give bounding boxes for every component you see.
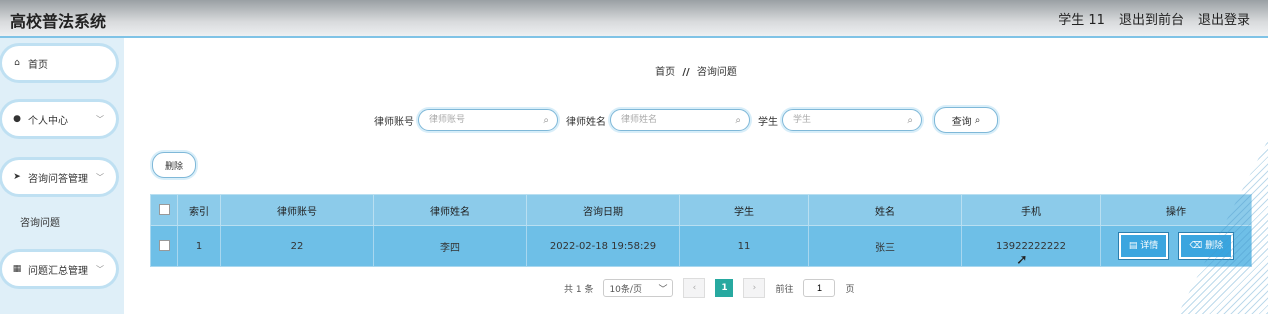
select-all-checkbox[interactable] <box>158 204 170 216</box>
page-size-value: 10条/页 <box>609 284 642 295</box>
send-icon: ➤ <box>13 172 21 182</box>
query-button[interactable]: 查询 ⌕ <box>934 107 998 133</box>
current-page-button[interactable]: 1 <box>715 279 734 297</box>
cell-date: 2022-02-18 19:58:29 <box>526 225 680 267</box>
sidebar-item-consult-management[interactable]: ➤ 咨询问答管理 ﹀ <box>2 160 116 194</box>
cell-lawyer-name: 李四 <box>373 225 527 267</box>
chevron-down-icon: ﹀ <box>96 172 104 182</box>
row-checkbox[interactable] <box>158 240 170 252</box>
breadcrumb-current: 咨询问题 <box>696 67 737 78</box>
column-header: 索引 <box>177 194 221 226</box>
chevron-right-icon: › <box>752 283 757 293</box>
search-icon: ⌕ <box>907 114 913 126</box>
chevron-down-icon: ﹀ <box>658 284 668 295</box>
cell-index: 1 <box>177 225 221 267</box>
prev-page-button[interactable]: ‹ <box>683 278 706 298</box>
top-header-bar: 高校普法系统 学生 11 退出到前台 退出登录 <box>0 0 1268 38</box>
column-header: 学生 <box>679 194 809 226</box>
column-header: 律师姓名 <box>373 194 527 226</box>
search-icon: ⌕ <box>974 114 981 126</box>
detail-button[interactable]: ▤ 详情 <box>1118 233 1169 259</box>
lawyer-account-label: 律师账号 <box>374 116 414 128</box>
sidebar-item-label: 首页 <box>28 59 48 71</box>
main-content: 首页 // 咨询问题 律师账号 ⌕ 律师姓名 ⌕ 学生 ⌕ 查询 ⌕ 删除 索引 <box>124 38 1268 314</box>
search-icon: ⌕ <box>735 114 741 126</box>
sidebar-item-label: 问题汇总管理 <box>28 265 88 277</box>
cell-lawyer-account: 22 <box>220 225 374 267</box>
column-header: 姓名 <box>808 194 962 226</box>
row-select-cell[interactable] <box>150 225 178 267</box>
query-button-label: 查询 <box>951 116 972 128</box>
lawyer-account-input[interactable] <box>427 114 531 126</box>
student-label: 学生 <box>758 116 778 128</box>
user-icon: ● <box>13 114 21 124</box>
pager-total: 共 1 条 <box>564 284 594 295</box>
detail-button-label: 详情 <box>1140 241 1159 251</box>
student-field[interactable]: ⌕ <box>782 109 922 131</box>
student-input[interactable] <box>791 114 895 126</box>
sidebar-subitem-consult-questions[interactable]: 咨询问题 <box>20 214 60 229</box>
cell-name: 张三 <box>808 225 962 267</box>
lawyer-name-label: 律师姓名 <box>566 116 606 128</box>
trash-icon: ⌫ <box>1189 241 1206 251</box>
exit-to-front-link[interactable]: 退出到前台 <box>1119 9 1184 28</box>
table-header-row: 索引 律师账号 律师姓名 咨询日期 学生 姓名 手机 操作 <box>150 194 1252 226</box>
home-icon: ⌂ <box>14 58 20 68</box>
sidebar-item-personal-center[interactable]: ● 个人中心 ﹀ <box>2 102 116 136</box>
table-row: 1 22 李四 2022-02-18 19:58:29 11 张三 139222… <box>150 225 1252 267</box>
grid-icon: ▦ <box>12 264 22 274</box>
sidebar: ⌂ 首页 ● 个人中心 ﹀ ➤ 咨询问答管理 ﹀ 咨询问题 ▦ 问题汇总管理 ﹀ <box>0 38 124 314</box>
lawyer-name-field[interactable]: ⌕ <box>610 109 750 131</box>
breadcrumb-separator: // <box>682 67 690 78</box>
column-header: 律师账号 <box>220 194 374 226</box>
search-icon: ⌕ <box>543 114 549 126</box>
user-label: 学生 11 <box>1058 13 1105 28</box>
page-size-select[interactable]: 10条/页 ﹀ <box>603 279 674 297</box>
lawyer-account-field[interactable]: ⌕ <box>418 109 558 131</box>
pagination: 共 1 条 10条/页 ﹀ ‹ 1 › 前往 页 <box>564 278 854 298</box>
app-title: 高校普法系统 <box>10 12 107 31</box>
consult-table: 索引 律师账号 律师姓名 咨询日期 学生 姓名 手机 操作 1 22 李四 20… <box>150 194 1252 267</box>
cell-student: 11 <box>679 225 809 267</box>
goto-suffix: 页 <box>845 284 855 295</box>
column-header: 咨询日期 <box>526 194 680 226</box>
mouse-cursor-icon: ➚ <box>1016 252 1028 268</box>
breadcrumb-home[interactable]: 首页 <box>655 67 675 78</box>
breadcrumb: 首页 // 咨询问题 <box>124 63 1268 78</box>
lawyer-name-input[interactable] <box>619 114 723 126</box>
batch-delete-button[interactable]: 删除 <box>152 152 196 178</box>
cell-phone: 13922222222 <box>961 225 1101 267</box>
logout-link[interactable]: 退出登录 <box>1198 9 1250 28</box>
sidebar-item-home[interactable]: ⌂ 首页 <box>2 46 116 80</box>
sidebar-item-label: 咨询问答管理 <box>28 173 88 185</box>
select-all-header[interactable] <box>150 194 178 226</box>
goto-page-input[interactable] <box>803 279 836 297</box>
column-header: 手机 <box>961 194 1101 226</box>
chevron-left-icon: ‹ <box>692 283 697 293</box>
search-bar: 律师账号 ⌕ 律师姓名 ⌕ 学生 ⌕ 查询 ⌕ <box>374 107 998 133</box>
sidebar-item-question-summary[interactable]: ▦ 问题汇总管理 ﹀ <box>2 252 116 286</box>
next-page-button[interactable]: › <box>743 278 766 298</box>
chevron-down-icon: ﹀ <box>96 264 104 274</box>
sidebar-item-label: 个人中心 <box>28 115 68 127</box>
detail-icon: ▤ <box>1128 241 1141 251</box>
header-actions: 学生 11 退出到前台 退出登录 <box>1058 9 1250 28</box>
chevron-down-icon: ﹀ <box>96 114 104 124</box>
goto-prefix: 前往 <box>775 284 794 295</box>
